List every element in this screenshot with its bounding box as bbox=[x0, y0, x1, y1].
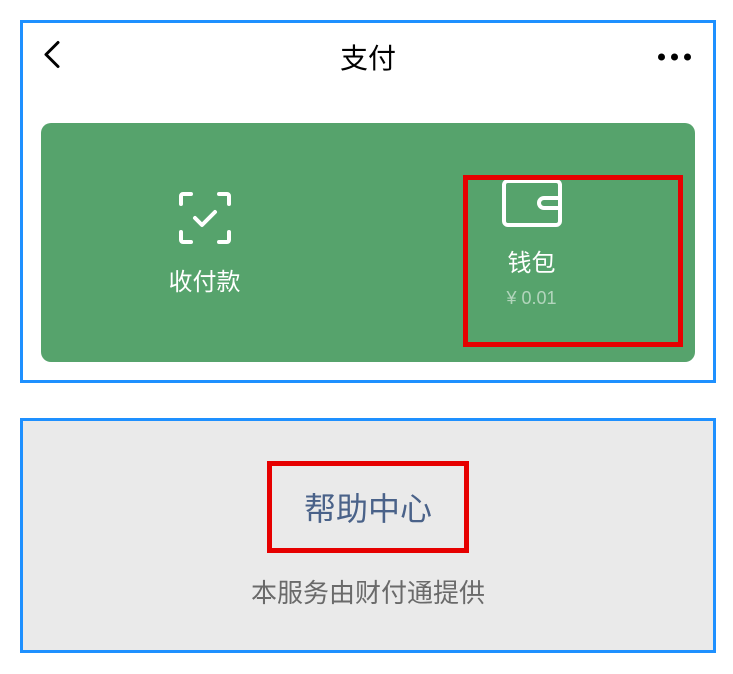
pay-receive-button[interactable]: 收付款 bbox=[41, 123, 368, 362]
provider-text: 本服务由财付通提供 bbox=[251, 573, 485, 610]
help-center-link[interactable]: 帮助中心 bbox=[304, 484, 432, 530]
wallet-icon bbox=[500, 177, 564, 229]
more-button[interactable] bbox=[658, 54, 691, 61]
payment-panel: 支付 收付款 钱包 ¥ 0.01 bbox=[20, 20, 716, 383]
wallet-label: 钱包 bbox=[508, 243, 556, 278]
chevron-left-icon bbox=[43, 40, 61, 70]
dot-icon bbox=[671, 54, 678, 61]
wallet-button[interactable]: 钱包 ¥ 0.01 bbox=[368, 123, 695, 362]
dot-icon bbox=[658, 54, 665, 61]
nav-header: 支付 bbox=[23, 23, 713, 91]
pay-receive-label: 收付款 bbox=[169, 262, 241, 297]
action-card: 收付款 钱包 ¥ 0.01 bbox=[41, 123, 695, 362]
dot-icon bbox=[684, 54, 691, 61]
page-title: 支付 bbox=[340, 37, 396, 77]
help-highlight-box: 帮助中心 bbox=[267, 461, 469, 553]
scan-check-icon bbox=[175, 188, 235, 248]
footer-panel: 帮助中心 本服务由财付通提供 bbox=[20, 418, 716, 653]
wallet-balance: ¥ 0.01 bbox=[506, 288, 556, 309]
back-button[interactable] bbox=[43, 40, 61, 75]
